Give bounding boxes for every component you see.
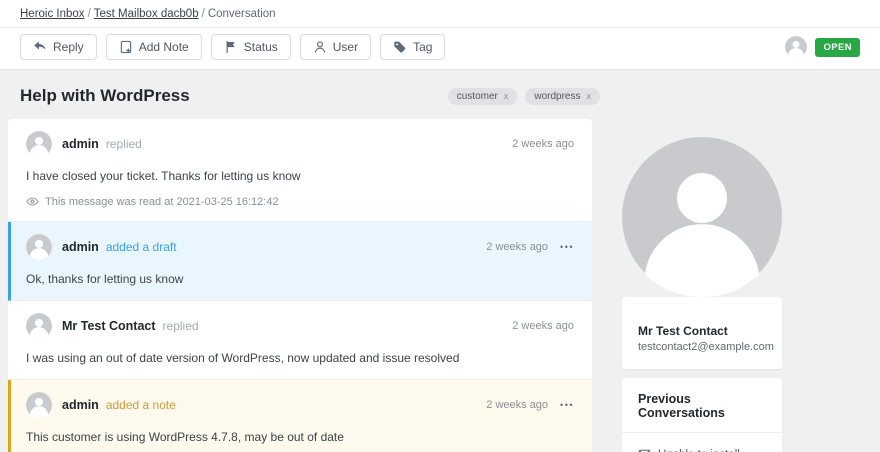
add-note-button-label: Add Note	[138, 40, 189, 54]
right-sidebar: Mr Test Contact testcontact2@example.com…	[622, 119, 782, 452]
contact-avatar	[622, 137, 782, 297]
flag-icon	[224, 40, 238, 54]
add-note-button[interactable]: Add Note	[105, 34, 202, 60]
more-menu-icon[interactable]: •••	[560, 400, 574, 410]
tag-pill-wordpress[interactable]: wordpress x	[525, 87, 600, 105]
breadcrumb-link-mailbox[interactable]: Test Mailbox dacb0b	[94, 8, 199, 20]
conversation-link-label: Unable to install	[658, 449, 740, 452]
breadcrumb-current: Conversation	[207, 8, 276, 20]
message-body: This customer is using WordPress 4.7.8, …	[26, 430, 344, 444]
message-action: replied	[105, 137, 142, 151]
previous-conversations-card: Previous Conversations Unable to install…	[622, 378, 782, 452]
message-reply: Mr Test Contact replied 2 weeks ago I wa…	[8, 301, 592, 380]
message-timestamp: 2 weeks ago	[512, 320, 574, 332]
message-body: I have closed your ticket. Thanks for le…	[26, 169, 301, 183]
message-note: admin added a note 2 weeks ago ••• This …	[8, 380, 592, 452]
content-area: Help with WordPress customer x wordpress…	[0, 70, 880, 452]
user-icon	[313, 40, 327, 54]
message-author: admin	[62, 137, 99, 151]
breadcrumb-link-heroic-inbox[interactable]: Heroic Inbox	[20, 8, 85, 20]
contact-email: testcontact2@example.com	[638, 341, 774, 353]
toolbar: Reply Add Note Status User Tag OPEN	[0, 28, 880, 70]
message-timestamp: 2 weeks ago	[512, 138, 574, 150]
user-button[interactable]: User	[299, 34, 372, 60]
tag-pill-customer[interactable]: customer x	[447, 87, 518, 105]
tag-remove-icon[interactable]: x	[504, 91, 509, 101]
reply-button[interactable]: Reply	[20, 34, 97, 60]
read-receipt-text: This message was read at 2021-03-25 16:1…	[45, 195, 279, 208]
page-title: Help with WordPress	[20, 86, 190, 105]
more-menu-icon[interactable]: •••	[560, 242, 574, 252]
message-body: I was using an out of date version of Wo…	[26, 351, 460, 365]
status-button[interactable]: Status	[210, 34, 291, 60]
tag-pill-label: wordpress	[534, 90, 581, 102]
message-draft: admin added a draft 2 weeks ago ••• Ok, …	[8, 222, 592, 301]
tag-button-label: Tag	[413, 40, 433, 54]
previous-conversations-title: Previous Conversations	[622, 378, 782, 433]
conversation-link[interactable]: Unable to install	[638, 448, 766, 452]
assignee-avatar[interactable]	[785, 36, 808, 58]
tag-icon	[393, 40, 407, 54]
avatar	[26, 392, 52, 418]
status-badge[interactable]: OPEN	[815, 37, 860, 57]
breadcrumb-separator: /	[201, 8, 205, 20]
status-button-label: Status	[243, 40, 278, 54]
reply-button-label: Reply	[53, 40, 84, 54]
top-bar: Heroic Inbox / Test Mailbox dacb0b / Convers…	[0, 0, 880, 70]
message-author: admin	[62, 240, 99, 254]
breadcrumb: Heroic Inbox / Test Mailbox dacb0b / Convers…	[0, 0, 880, 28]
avatar	[26, 131, 52, 157]
user-button-label: User	[332, 40, 359, 54]
tag-list: customer x wordpress x	[447, 87, 600, 105]
add-note-icon	[119, 40, 133, 54]
contact-card: Mr Test Contact testcontact2@example.com	[622, 297, 782, 369]
eye-icon	[26, 195, 39, 208]
tag-pill-label: customer	[456, 90, 498, 102]
breadcrumb-separator: /	[87, 8, 91, 20]
message-author: Mr Test Contact	[62, 319, 156, 333]
tag-remove-icon[interactable]: x	[587, 91, 592, 101]
message-thread: admin replied 2 weeks ago I have closed …	[8, 119, 592, 452]
envelope-icon	[638, 448, 651, 452]
tag-button[interactable]: Tag	[380, 34, 446, 60]
contact-name: Mr Test Contact	[638, 324, 728, 338]
message-action: added a note	[105, 398, 176, 412]
message-body: Ok, thanks for letting us know	[26, 272, 184, 286]
message-action: added a draft	[105, 240, 177, 254]
message-action: replied	[162, 319, 199, 333]
message-timestamp: 2 weeks ago	[486, 399, 549, 411]
avatar	[26, 313, 52, 339]
message-author: admin	[62, 398, 99, 412]
message-timestamp: 2 weeks ago	[486, 241, 549, 253]
message-reply: admin replied 2 weeks ago I have closed …	[8, 119, 592, 222]
avatar	[26, 234, 52, 260]
reply-icon	[33, 40, 47, 54]
